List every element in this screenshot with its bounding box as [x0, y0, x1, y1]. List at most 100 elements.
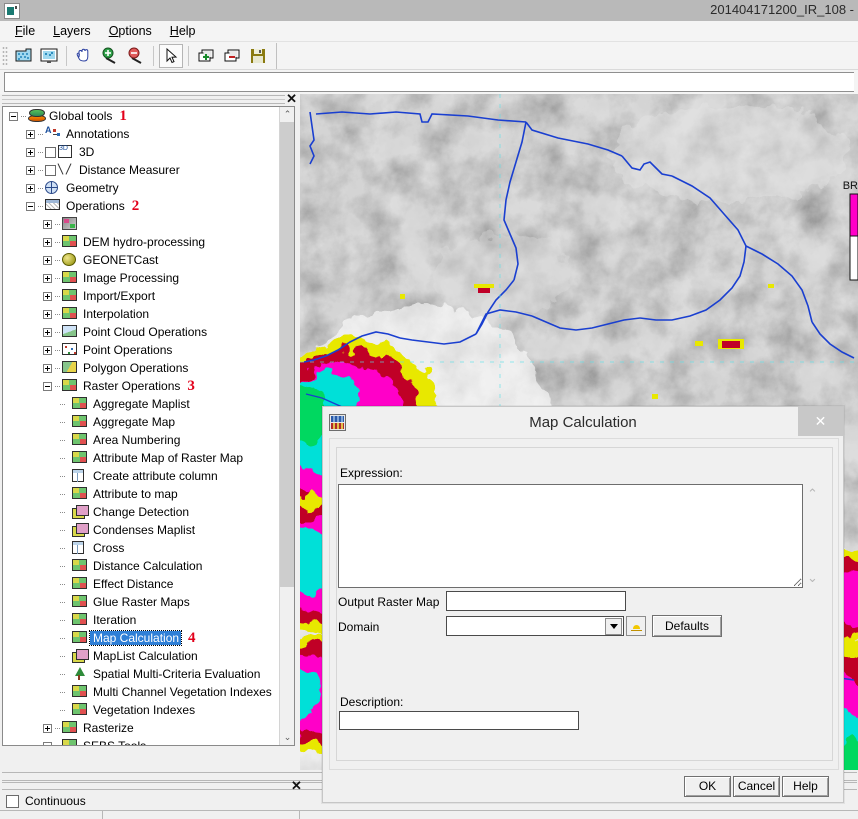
expand-icon[interactable] — [43, 291, 52, 301]
tree-item-aggregate-maplist[interactable]: Aggregate Maplist — [3, 395, 280, 413]
tree-item-iteration[interactable]: Iteration — [3, 611, 280, 629]
bottom-panel-close-icon[interactable]: ✕ — [291, 779, 302, 792]
raster-icon — [72, 577, 87, 589]
tree-item-distance-measurer[interactable]: Distance Measurer — [3, 161, 280, 179]
tree-item-area-numbering[interactable]: Area Numbering — [3, 431, 280, 449]
tree-item-attribute-to-map[interactable]: Attribute to map — [3, 485, 280, 503]
tree-item-maplist-calculation[interactable]: MapList Calculation — [3, 647, 280, 665]
domain-browse-button[interactable] — [626, 616, 646, 636]
dialog-close-button[interactable]: ✕ — [798, 407, 843, 436]
menu-options[interactable]: Options — [100, 22, 161, 40]
cancel-button[interactable]: Cancel — [733, 775, 780, 797]
display-options-icon[interactable] — [37, 44, 61, 68]
save-icon[interactable] — [246, 44, 270, 68]
tree-item-point-cloud-operations[interactable]: Point Cloud Operations — [3, 323, 280, 341]
expand-icon[interactable] — [43, 219, 52, 229]
raster-icon-wrap — [62, 307, 78, 321]
expand-icon[interactable] — [43, 723, 52, 733]
tree-item-spatial-multi-criteria-evaluation[interactable]: Spatial Multi-Criteria Evaluation — [3, 665, 280, 683]
expand-icon[interactable] — [26, 183, 35, 193]
raster-icon — [72, 451, 87, 463]
zoom-in-icon[interactable] — [98, 44, 122, 68]
expand-icon[interactable] — [43, 255, 52, 265]
tree-item-unnamed-6[interactable] — [3, 215, 280, 233]
expand-icon[interactable] — [43, 363, 52, 373]
collapse-icon[interactable] — [9, 111, 18, 121]
output-raster-map-input[interactable] — [446, 591, 626, 611]
tree-item-label: Image Processing — [83, 271, 180, 285]
tree-item-image-processing[interactable]: Image Processing — [3, 269, 280, 287]
menu-layers[interactable]: Layers — [44, 22, 100, 40]
tree-item-sebs-tools[interactable]: SEBS Tools — [3, 737, 280, 745]
tree-item-glue-raster-maps[interactable]: Glue Raster Maps — [3, 593, 280, 611]
tree-item-checkbox[interactable] — [45, 146, 56, 158]
tree-item-annotations[interactable]: Annotations — [3, 125, 280, 143]
tree-item-change-detection[interactable]: Change Detection — [3, 503, 280, 521]
tree-item-global-tools[interactable]: Global tools 1 — [3, 107, 280, 125]
expand-icon[interactable] — [43, 237, 52, 247]
command-input[interactable] — [4, 72, 854, 92]
scroll-thumb[interactable] — [280, 122, 294, 587]
menu-file[interactable]: File — [6, 22, 44, 40]
expand-icon[interactable] — [26, 165, 35, 175]
tree-item-aggregate-map[interactable]: Aggregate Map — [3, 413, 280, 431]
tree-item-effect-distance[interactable]: Effect Distance — [3, 575, 280, 593]
tree-item-create-attribute-column[interactable]: Create attribute column — [3, 467, 280, 485]
tree-vertical-scrollbar[interactable]: ⌃ ⌄ — [279, 107, 294, 745]
tree-item-distance-calculation[interactable]: Distance Calculation — [3, 557, 280, 575]
expand-icon[interactable] — [26, 129, 35, 139]
tree-item-map-calculation[interactable]: Map Calculation 4 — [3, 629, 280, 647]
remove-layer-icon[interactable] — [220, 44, 244, 68]
description-input[interactable] — [339, 711, 579, 730]
tree-item-rasterize[interactable]: Rasterize — [3, 719, 280, 737]
pan-hand-icon[interactable] — [72, 44, 96, 68]
open-map-icon[interactable] — [11, 44, 35, 68]
tree-item-geonetcast[interactable]: GEONETCast — [3, 251, 280, 269]
collapse-icon[interactable] — [26, 201, 35, 211]
raster-icon — [72, 397, 87, 409]
expand-icon[interactable] — [43, 327, 52, 337]
operation-tree[interactable]: Global tools 1 Annotations 3D Distance Measu… — [2, 106, 295, 746]
expression-scroll-indicator[interactable]: ⌃ ⌄ — [805, 484, 821, 588]
add-layer-icon[interactable] — [194, 44, 218, 68]
chevron-down-icon[interactable] — [605, 617, 622, 635]
expression-scroll-down-icon[interactable]: ⌄ — [807, 570, 818, 586]
menu-help[interactable]: Help — [161, 22, 205, 40]
tree-item-cross[interactable]: Cross — [3, 539, 280, 557]
expression-input[interactable] — [338, 484, 803, 588]
tree-item-polygon-operations[interactable]: Polygon Operations — [3, 359, 280, 377]
zoom-out-icon[interactable] — [124, 44, 148, 68]
collapse-icon[interactable] — [43, 741, 52, 745]
tree-item-condenses-maplist[interactable]: Condenses Maplist — [3, 521, 280, 539]
scroll-up-icon[interactable]: ⌃ — [280, 107, 294, 122]
tree-item-multi-channel-vegetation-indexes[interactable]: Multi Channel Vegetation Indexes — [3, 683, 280, 701]
raster-icon-wrap — [72, 685, 88, 699]
tree-item-3d[interactable]: 3D — [3, 143, 280, 161]
panel-drag-handle[interactable] — [2, 95, 285, 104]
tree-item-import-export[interactable]: Import/Export — [3, 287, 280, 305]
expand-icon[interactable] — [26, 147, 35, 157]
tree-item-operations[interactable]: Operations 2 — [3, 197, 280, 215]
tree-item-point-operations[interactable]: Point Operations — [3, 341, 280, 359]
ok-button[interactable]: OK — [684, 775, 731, 797]
panel-close-icon[interactable]: ✕ — [286, 92, 297, 106]
scroll-down-icon[interactable]: ⌄ — [280, 730, 294, 745]
tree-item-raster-operations[interactable]: Raster Operations 3 — [3, 377, 280, 395]
domain-combobox[interactable] — [446, 616, 624, 636]
pointer-arrow-icon[interactable] — [159, 43, 183, 68]
tree-item-checkbox[interactable] — [45, 164, 56, 176]
tree-item-dem-hydro-processing[interactable]: DEM hydro-processing — [3, 233, 280, 251]
toolbar-grip[interactable] — [2, 45, 8, 66]
help-button[interactable]: Help — [782, 775, 829, 797]
tree-item-geometry[interactable]: Geometry — [3, 179, 280, 197]
collapse-icon[interactable] — [43, 381, 52, 391]
expand-icon[interactable] — [43, 273, 52, 283]
expand-icon[interactable] — [43, 345, 52, 355]
expression-scroll-up-icon[interactable]: ⌃ — [807, 486, 818, 502]
expand-icon[interactable] — [43, 309, 52, 319]
defaults-button[interactable]: Defaults — [652, 615, 722, 637]
tree-item-vegetation-indexes[interactable]: Vegetation Indexes — [3, 701, 280, 719]
tree-item-interpolation[interactable]: Interpolation — [3, 305, 280, 323]
tree-item-attribute-map-of-raster-map[interactable]: Attribute Map of Raster Map — [3, 449, 280, 467]
continuous-checkbox[interactable] — [6, 794, 19, 808]
